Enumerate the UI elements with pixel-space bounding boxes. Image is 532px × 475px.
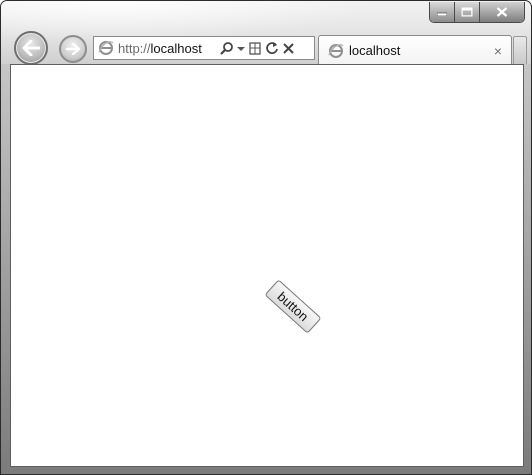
- url-protocol: http://: [118, 40, 151, 56]
- url-text[interactable]: http://localhost: [118, 41, 216, 56]
- new-tab-button[interactable]: [513, 36, 527, 64]
- forward-arrow-icon: [66, 43, 80, 55]
- search-icon[interactable]: [219, 41, 234, 56]
- rotated-button[interactable]: button: [264, 279, 322, 334]
- close-icon: [496, 7, 508, 17]
- address-bar[interactable]: http://localhost: [93, 36, 315, 60]
- compatibility-view-icon[interactable]: [248, 41, 262, 56]
- maximize-icon: [461, 7, 473, 17]
- tab-localhost[interactable]: localhost ×: [318, 35, 512, 65]
- tab-close-icon[interactable]: ×: [494, 43, 502, 59]
- stop-icon[interactable]: [282, 41, 295, 56]
- ie-logo-icon: [328, 43, 344, 58]
- ie-logo-icon: [98, 41, 114, 55]
- refresh-icon[interactable]: [265, 41, 279, 56]
- browser-window: http://localhost localhost × button: [0, 0, 532, 475]
- forward-button[interactable]: [59, 35, 87, 63]
- page-content: button: [10, 64, 524, 467]
- back-button[interactable]: [14, 31, 48, 65]
- back-arrow-icon: [22, 40, 40, 56]
- minimize-icon: [437, 12, 447, 16]
- minimize-button[interactable]: [430, 2, 455, 22]
- window-caption-buttons: [429, 2, 525, 23]
- url-host: localhost: [150, 40, 202, 56]
- close-window-button[interactable]: [480, 2, 524, 22]
- dropdown-icon[interactable]: [237, 41, 245, 56]
- maximize-button[interactable]: [455, 2, 480, 22]
- tab-title: localhost: [349, 43, 401, 58]
